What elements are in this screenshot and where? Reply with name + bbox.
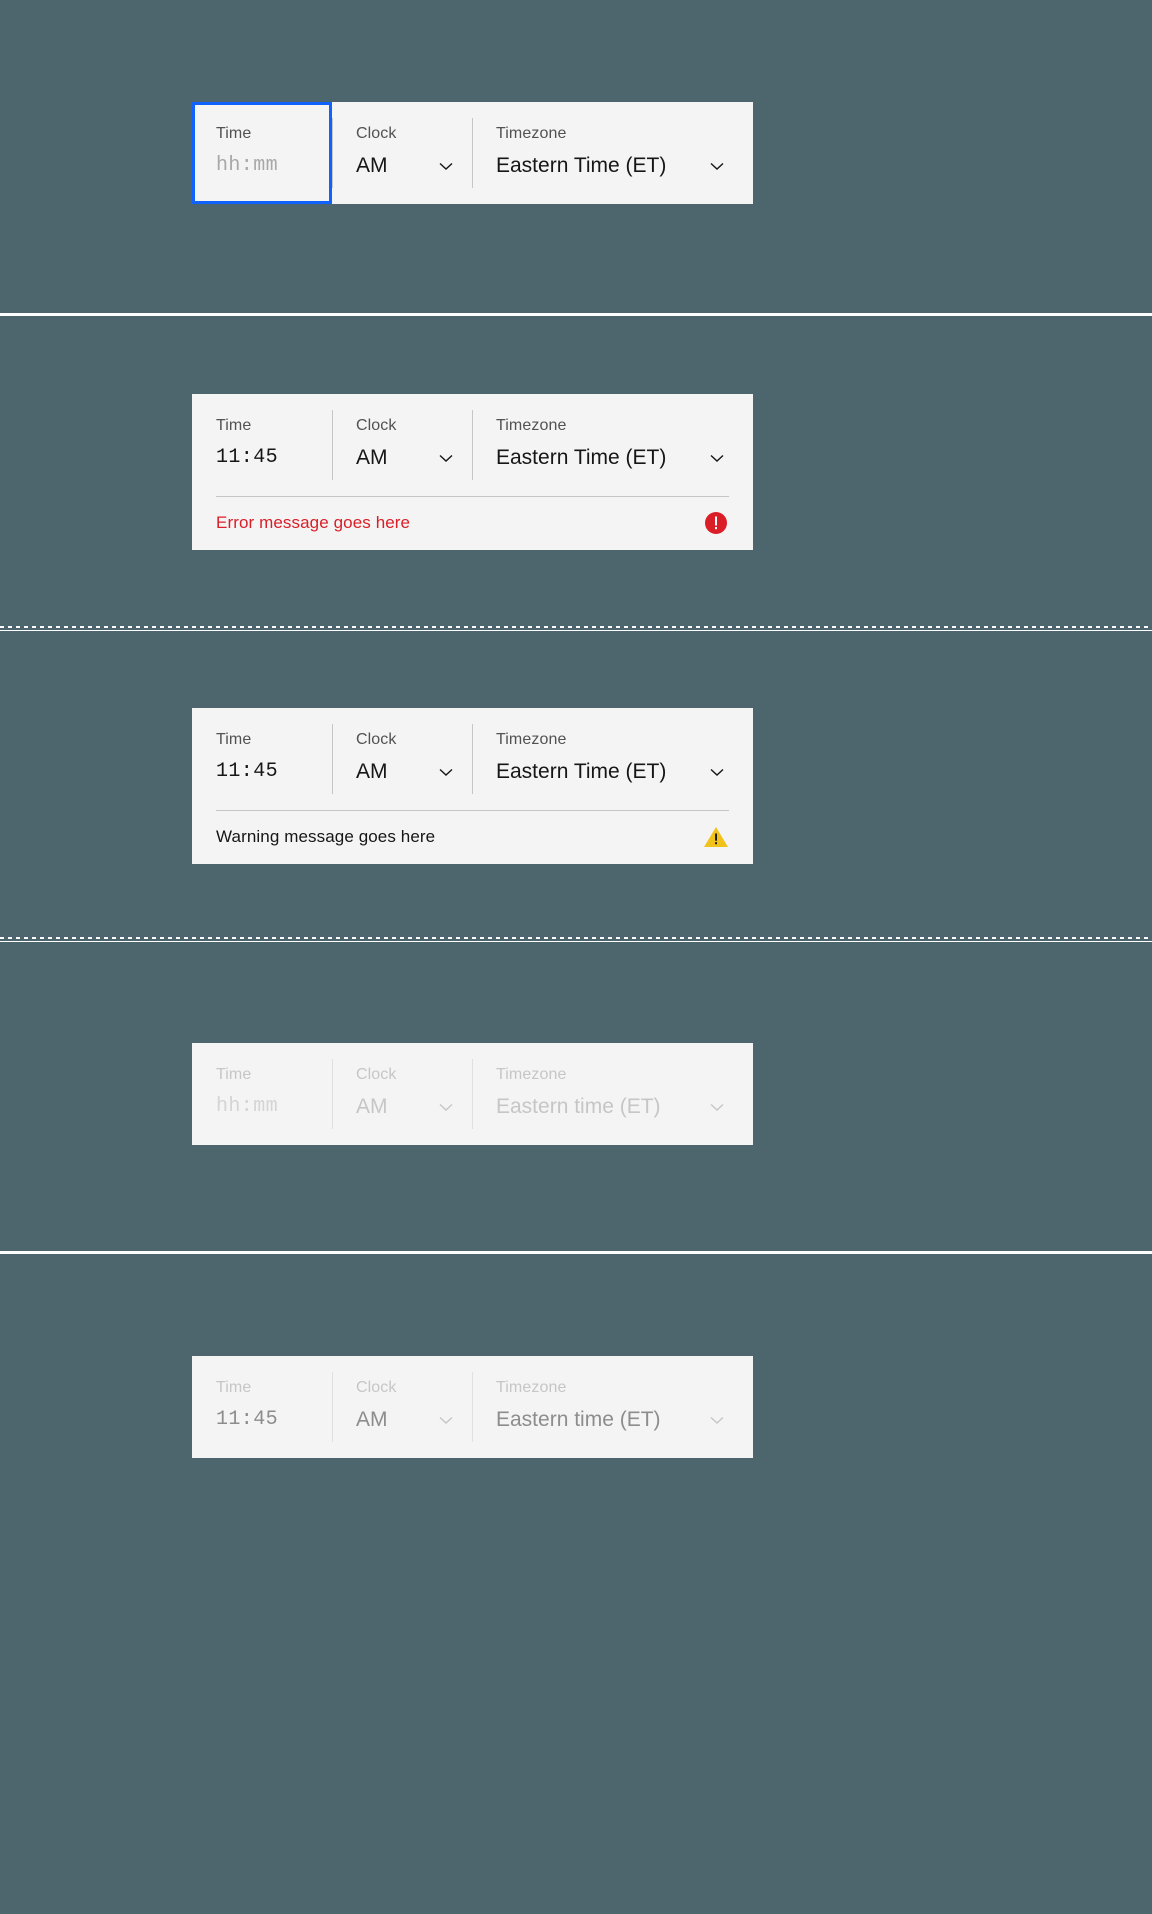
timezone-select-value: Eastern Time (ET) xyxy=(496,446,667,469)
chevron-down-icon[interactable] xyxy=(707,156,727,176)
time-picker-fields-row: Time hh:mm Clock AM Timezone Easte xyxy=(192,102,753,204)
timezone-select-label: Timezone xyxy=(496,731,567,748)
time-picker-fields-row: Time 11:45 Clock AM Timezone Easte xyxy=(192,394,753,496)
time-field[interactable]: Time 11:45 xyxy=(192,708,332,810)
clock-select-value: AM xyxy=(356,760,388,783)
error-message-bar: Error message goes here xyxy=(192,496,753,550)
state-section-warning: Time 11:45 Clock AM Timezone Eastern Tim… xyxy=(0,632,1152,937)
timezone-select-label: Timezone xyxy=(496,1066,567,1083)
chevron-down-icon[interactable] xyxy=(436,448,456,468)
clock-select: Clock AM xyxy=(332,1043,472,1145)
time-picker-body: Time 11:45 Clock AM Timezone Easte xyxy=(192,394,753,550)
timezone-select-label: Timezone xyxy=(496,417,567,434)
timezone-select-value: Eastern time (ET) xyxy=(496,1408,661,1431)
error-message-text: Error message goes here xyxy=(216,513,411,532)
section-divider-2 xyxy=(0,626,1152,631)
chevron-down-icon xyxy=(436,1097,456,1117)
time-picker-body: Time 11:45 Clock AM Timezone Easte xyxy=(192,708,753,864)
timezone-select-label: Timezone xyxy=(496,125,567,142)
state-section-disabled-empty: Time hh:mm Clock AM Timezone Eastern tim… xyxy=(0,943,1152,1251)
time-field-value: 11:45 xyxy=(216,446,279,469)
timezone-select-line: Eastern time (ET) xyxy=(496,1406,737,1434)
time-field-value: hh:mm xyxy=(216,154,279,177)
time-field[interactable]: Time 11:45 xyxy=(192,394,332,496)
time-picker-fields-row: Time 11:45 Clock AM Timezone Easte xyxy=(192,1356,753,1458)
time-field-value: 11:45 xyxy=(216,760,279,783)
time-picker-body: Time 11:45 Clock AM Timezone Easte xyxy=(192,1356,753,1458)
chevron-down-icon xyxy=(707,1410,727,1430)
timezone-select-line: Eastern Time (ET) xyxy=(496,152,737,180)
time-picker-error[interactable]: Time 11:45 Clock AM Timezone Eastern Tim… xyxy=(192,394,753,550)
time-field-label: Time xyxy=(216,1379,252,1396)
time-field-label: Time xyxy=(216,1066,252,1083)
time-field: Time 11:45 xyxy=(192,1356,332,1458)
clock-select[interactable]: Clock AM xyxy=(332,708,472,810)
time-picker-body: Time hh:mm Clock AM Timezone Easte xyxy=(192,102,753,204)
timezone-select-value: Eastern Time (ET) xyxy=(496,154,667,177)
section-divider-3 xyxy=(0,937,1152,942)
time-field-label: Time xyxy=(216,731,252,748)
clock-select-label: Clock xyxy=(356,125,397,142)
chevron-down-icon[interactable] xyxy=(707,448,727,468)
clock-select-value: AM xyxy=(356,446,388,469)
clock-select-label: Clock xyxy=(356,731,397,748)
state-section-focus: Time hh:mm Clock AM Timezone Eastern Tim… xyxy=(0,0,1152,313)
time-field[interactable]: Time hh:mm xyxy=(192,102,332,204)
chevron-down-icon[interactable] xyxy=(436,156,456,176)
time-picker-disabled-empty: Time hh:mm Clock AM Timezone Eastern tim… xyxy=(192,1043,753,1145)
clock-select-value: AM xyxy=(356,1408,388,1431)
clock-select-line: AM xyxy=(356,1093,456,1121)
time-field-value: 11:45 xyxy=(216,1408,279,1431)
chevron-down-icon[interactable] xyxy=(707,762,727,782)
chevron-down-icon xyxy=(436,1410,456,1430)
timezone-select-value: Eastern time (ET) xyxy=(496,1095,661,1118)
timezone-select-value: Eastern Time (ET) xyxy=(496,760,667,783)
timezone-select-line: Eastern Time (ET) xyxy=(496,444,737,472)
clock-select-line: AM xyxy=(356,152,456,180)
timezone-select-line: Eastern Time (ET) xyxy=(496,758,737,786)
clock-select-line: AM xyxy=(356,444,456,472)
clock-select-line: AM xyxy=(356,1406,456,1434)
warning-message-bar: Warning message goes here xyxy=(192,810,753,864)
timezone-select[interactable]: Timezone Eastern Time (ET) xyxy=(472,708,753,810)
timezone-select-label: Timezone xyxy=(496,1379,567,1396)
clock-select-value: AM xyxy=(356,154,388,177)
time-field-value: hh:mm xyxy=(216,1095,279,1118)
time-picker-disabled-filled: Time 11:45 Clock AM Timezone Eastern tim… xyxy=(192,1356,753,1458)
time-field-label: Time xyxy=(216,125,252,142)
timezone-select[interactable]: Timezone Eastern Time (ET) xyxy=(472,394,753,496)
time-picker-fields-row: Time hh:mm Clock AM Timezone Easte xyxy=(192,1043,753,1145)
clock-select-value: AM xyxy=(356,1095,388,1118)
time-picker-fields-row: Time 11:45 Clock AM Timezone Easte xyxy=(192,708,753,810)
clock-select[interactable]: Clock AM xyxy=(332,102,472,204)
clock-select-label: Clock xyxy=(356,1379,397,1396)
clock-select[interactable]: Clock AM xyxy=(332,394,472,496)
time-picker-body: Time hh:mm Clock AM Timezone Easte xyxy=(192,1043,753,1145)
timezone-select: Timezone Eastern time (ET) xyxy=(472,1356,753,1458)
clock-select: Clock AM xyxy=(332,1356,472,1458)
clock-select-line: AM xyxy=(356,758,456,786)
timezone-select-line: Eastern time (ET) xyxy=(496,1093,737,1121)
state-section-disabled-filled: Time 11:45 Clock AM Timezone Eastern tim… xyxy=(0,1254,1152,1914)
time-picker-focus[interactable]: Time hh:mm Clock AM Timezone Eastern Tim… xyxy=(192,102,753,204)
timezone-select: Timezone Eastern time (ET) xyxy=(472,1043,753,1145)
error-filled-icon xyxy=(703,510,729,536)
state-section-error: Time 11:45 Clock AM Timezone Eastern Tim… xyxy=(0,316,1152,626)
clock-select-label: Clock xyxy=(356,417,397,434)
warning-filled-icon xyxy=(703,824,729,850)
time-field-label: Time xyxy=(216,417,252,434)
clock-select-label: Clock xyxy=(356,1066,397,1083)
chevron-down-icon[interactable] xyxy=(436,762,456,782)
time-picker-warning[interactable]: Time 11:45 Clock AM Timezone Eastern Tim… xyxy=(192,708,753,864)
time-field: Time hh:mm xyxy=(192,1043,332,1145)
timezone-select[interactable]: Timezone Eastern Time (ET) xyxy=(472,102,753,204)
warning-message-text: Warning message goes here xyxy=(216,827,436,846)
chevron-down-icon xyxy=(707,1097,727,1117)
